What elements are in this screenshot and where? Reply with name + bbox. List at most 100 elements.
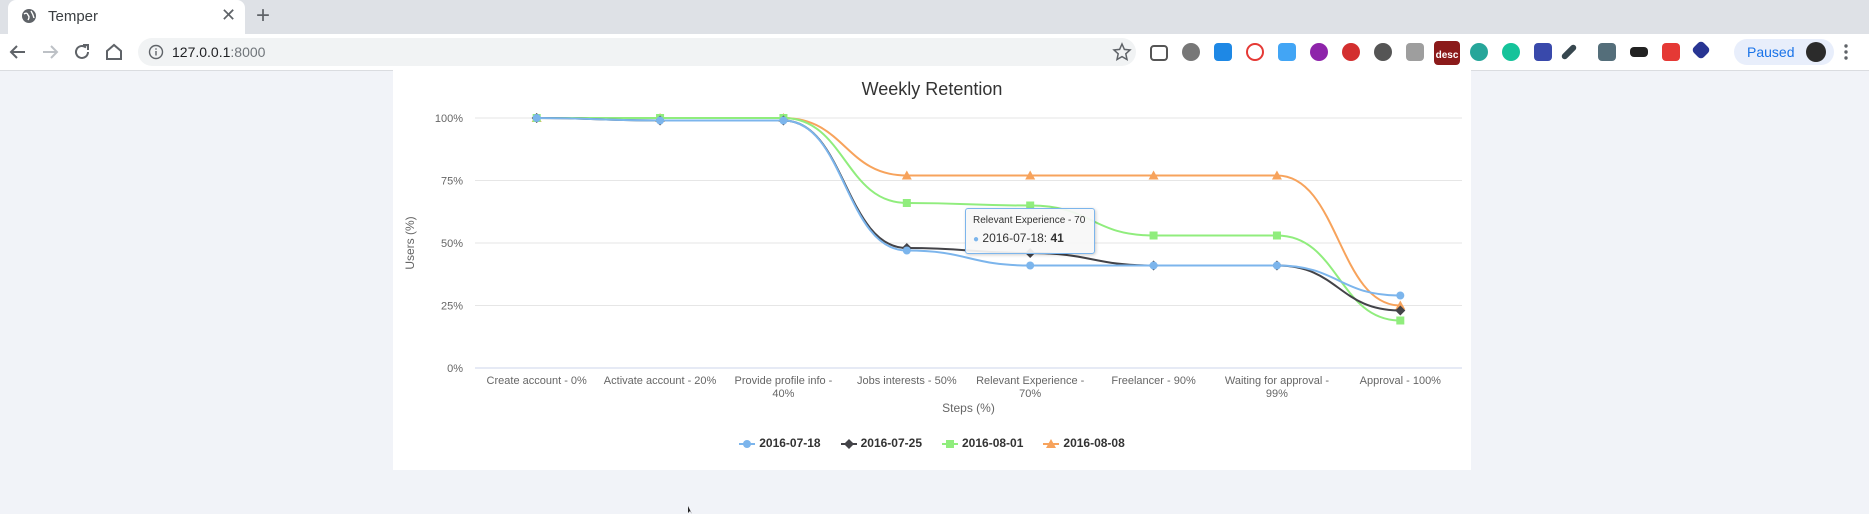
- legend-symbol-icon: [942, 439, 958, 448]
- x-tick-label-line: Waiting for approval -: [1225, 375, 1329, 387]
- address-bar[interactable]: 127.0.0.1:8000: [138, 38, 1136, 66]
- legend-label: 2016-07-25: [860, 436, 922, 450]
- y-tick-label: 50%: [441, 238, 463, 250]
- image-extension-icon[interactable]: [1406, 43, 1424, 61]
- data-point: [779, 116, 788, 125]
- print-extension-icon[interactable]: [1598, 43, 1616, 61]
- x-tick-label: Create account - 0%: [487, 375, 587, 387]
- x-tick-label-line: Create account - 0%: [487, 375, 587, 387]
- x-tick-label: Jobs interests - 50%: [857, 375, 957, 387]
- pocket-extension-icon[interactable]: [1150, 45, 1168, 61]
- folder-extension-icon[interactable]: [1534, 43, 1552, 61]
- legend-item[interactable]: 2016-08-01: [942, 436, 1023, 450]
- y-tick-label: 0%: [447, 363, 463, 375]
- bookmark-star-icon[interactable]: [1112, 42, 1132, 62]
- data-point: [902, 246, 911, 255]
- legend-item[interactable]: 2016-07-18: [739, 436, 821, 450]
- tab-extension-icon[interactable]: [1214, 43, 1232, 61]
- x-tick-label: Freelancer - 90%: [1111, 375, 1196, 387]
- x-tick-label-line: Relevant Experience -: [976, 375, 1085, 387]
- y-tick-label: 25%: [441, 301, 463, 313]
- x-tick-label-line: Approval - 100%: [1360, 375, 1442, 387]
- url-port: :8000: [230, 44, 266, 60]
- tooltip-header: Relevant Experience - 70: [973, 215, 1086, 226]
- desc-extension-icon[interactable]: desc: [1434, 41, 1460, 65]
- ring-extension-icon[interactable]: [1246, 43, 1264, 61]
- data-point: [1149, 261, 1158, 270]
- x-tick-label-line: Jobs interests - 50%: [857, 375, 957, 387]
- legend-item[interactable]: 2016-07-25: [840, 436, 922, 450]
- x-tick-label-line: 99%: [1266, 388, 1288, 400]
- x-tick-label-line: 40%: [772, 388, 794, 400]
- data-point: [1026, 261, 1035, 270]
- legend-label: 2016-07-18: [759, 436, 821, 450]
- legend-item[interactable]: 2016-08-08: [1043, 436, 1125, 450]
- grammarly-extension-icon[interactable]: [1502, 43, 1520, 61]
- f-extension-icon[interactable]: [1278, 43, 1296, 61]
- chart-title: Weekly Retention: [862, 79, 1003, 99]
- y-tick-label: 100%: [435, 113, 463, 125]
- x-tick-label: Relevant Experience -70%: [976, 375, 1085, 400]
- series-2016-07-18: [532, 114, 1405, 300]
- profile-button[interactable]: Paused: [1734, 39, 1834, 65]
- data-point: [843, 438, 854, 449]
- tooltip-value: 41: [1050, 231, 1064, 245]
- url-host: 127.0.0.1: [172, 44, 231, 60]
- tooltip-dot-icon: ●: [973, 234, 980, 245]
- bw-extension-icon[interactable]: [1630, 47, 1648, 57]
- data-point: [532, 114, 541, 122]
- reload-icon[interactable]: [70, 40, 94, 64]
- tab-strip: Temper ✕ +: [0, 0, 1869, 34]
- menu-dots-icon[interactable]: [1838, 43, 1854, 61]
- retention-chart: Weekly Retention 0% 25% 50% 75% 100% Create …: [403, 79, 1462, 415]
- chart-container: Weekly Retention 0% 25% 50% 75% 100% Create …: [393, 70, 1471, 470]
- forward-arrow-icon[interactable]: [38, 40, 62, 64]
- series-line: [536, 117, 1401, 297]
- gear-extension-icon[interactable]: [1374, 43, 1392, 61]
- data-point: [1272, 261, 1281, 270]
- data-point: [1149, 231, 1158, 240]
- chart-tooltip: Relevant Experience - 70 ● 2016-07-18: 4…: [965, 208, 1095, 254]
- tab-title: Temper: [48, 8, 99, 25]
- url-text: 127.0.0.1:8000: [172, 44, 265, 60]
- profile-status: Paused: [1747, 44, 1795, 60]
- browser-toolbar: 127.0.0.1:8000 desc Paused: [0, 34, 1869, 71]
- x-tick-label: Waiting for approval -99%: [1225, 375, 1329, 400]
- x-axis-label: Steps (%): [942, 401, 995, 415]
- new-tab-icon[interactable]: +: [256, 2, 270, 30]
- tooltip-series: 2016-07-18: [982, 231, 1044, 245]
- x-tick-label: Provide profile info -40%: [735, 375, 833, 400]
- stack-extension-icon[interactable]: [1691, 40, 1711, 60]
- data-point: [1396, 291, 1405, 300]
- legend-symbol-icon: [840, 438, 857, 449]
- data-point: [946, 439, 954, 448]
- x-axis-ticks: Create account - 0% Activate account - 20…: [487, 375, 1442, 400]
- settings-extension-icon[interactable]: [1182, 43, 1200, 61]
- mouse-cursor-icon: [688, 506, 692, 514]
- tooltip-row: ● 2016-07-18: 41: [973, 231, 1064, 245]
- x-tick-label-line: Activate account - 20%: [604, 375, 717, 387]
- close-tab-icon[interactable]: ✕: [221, 5, 236, 26]
- adblock-extension-icon[interactable]: [1342, 43, 1360, 61]
- eyedropper-extension-icon[interactable]: [1560, 43, 1578, 61]
- x-tick-label: Activate account - 20%: [604, 375, 717, 387]
- legend-symbol-icon: [1043, 438, 1060, 448]
- legend-symbol-icon: [739, 439, 756, 448]
- m-extension-icon[interactable]: [1470, 43, 1488, 61]
- x-tick-label: Approval - 100%: [1360, 375, 1442, 387]
- x-tick-label-line: Freelancer - 90%: [1111, 375, 1196, 387]
- back-arrow-icon[interactable]: [6, 40, 30, 64]
- x-tick-label-line: Provide profile info -: [735, 375, 833, 387]
- x-tick-label-line: 70%: [1019, 388, 1041, 400]
- y-axis-label: Users (%): [403, 216, 417, 269]
- legend-label: 2016-08-01: [962, 436, 1024, 450]
- pdf-extension-icon[interactable]: [1662, 43, 1680, 61]
- color-extension-icon[interactable]: [1310, 43, 1328, 61]
- data-point: [1396, 316, 1405, 325]
- info-icon[interactable]: [148, 44, 164, 60]
- home-icon[interactable]: [102, 40, 126, 64]
- data-point: [1272, 231, 1281, 240]
- data-point: [656, 116, 665, 125]
- browser-tab[interactable]: Temper ✕: [8, 0, 245, 34]
- legend-label: 2016-08-08: [1063, 436, 1125, 450]
